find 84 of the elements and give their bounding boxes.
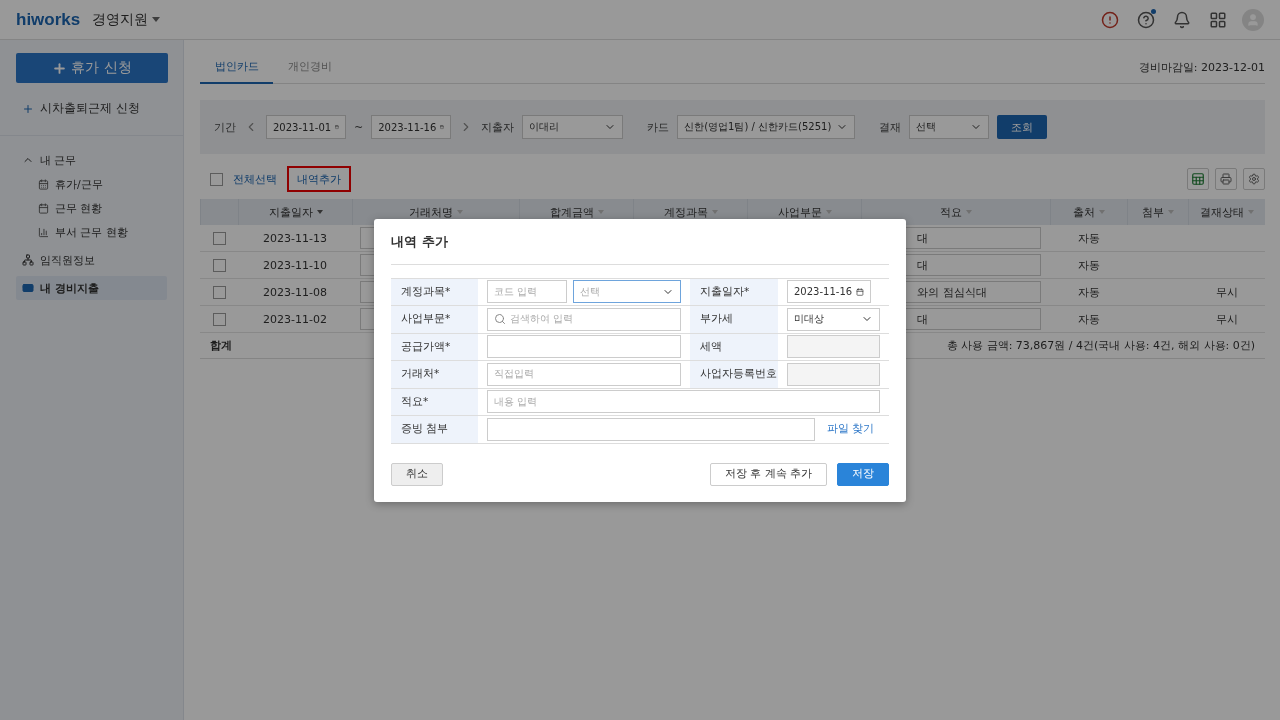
sidebar-item[interactable]: 내 경비지출 xyxy=(16,276,167,300)
plus-icon xyxy=(22,102,34,115)
menu-item-icon xyxy=(38,226,49,238)
row-checkbox[interactable] xyxy=(212,231,226,245)
search-icon xyxy=(494,313,506,326)
search-button[interactable]: 조회 xyxy=(997,115,1048,139)
file-field[interactable] xyxy=(487,417,815,441)
field-label: 부가세 xyxy=(690,306,778,334)
column-header[interactable]: 첨부 xyxy=(1127,199,1188,225)
dialog-title: 내역 추가 xyxy=(391,232,889,265)
field-label: 적요* xyxy=(391,388,478,416)
total-label: 합계 xyxy=(210,338,232,353)
field-label: 사업자등록번호 xyxy=(690,361,778,389)
table-cell: 무시 xyxy=(1188,306,1265,333)
table-cell: 2023-11-02 xyxy=(238,306,352,333)
cancel-button[interactable]: 취소 xyxy=(391,462,443,486)
field-label: 공급가액* xyxy=(391,333,478,361)
table-cell: 자동 xyxy=(1050,225,1127,252)
calendar-icon xyxy=(856,285,864,298)
save-and-continue-button[interactable]: 저장 후 계속 추가 xyxy=(710,462,827,486)
period-label: 기간 xyxy=(214,119,236,135)
table-cell: 2023-11-13 xyxy=(238,225,352,252)
column-header[interactable]: 지출일자 xyxy=(238,199,352,225)
field-label: 지출일자* xyxy=(690,278,778,306)
deadline-text: 경비마감일: 2023-12-01 xyxy=(1138,60,1265,76)
field-label: 세액 xyxy=(690,333,778,361)
card-label: 카드 xyxy=(647,119,670,135)
column-header[interactable]: 결재상태 xyxy=(1188,199,1265,225)
select-all-checkbox[interactable] xyxy=(210,172,223,186)
settings-button[interactable] xyxy=(1243,168,1265,190)
field-label: 증빙 첨부 xyxy=(391,416,478,444)
tab[interactable]: 법인카드 xyxy=(200,59,273,84)
table-cell: 2023-11-08 xyxy=(238,279,352,306)
find-file-link[interactable]: 파일 찾기 xyxy=(820,422,880,437)
date-field[interactable]: 2023-11-01 xyxy=(266,115,346,139)
sidebar-item[interactable]: 임직원정보 xyxy=(16,248,167,272)
field-label: 사업부문* xyxy=(391,306,478,334)
workspace-menu[interactable]: 경영지원 xyxy=(92,10,161,29)
table-cell: 2023-11-10 xyxy=(238,252,352,279)
total-summary: 총 사용 금액: 73,867원 / 4건(국내 사용: 4건, 해외 사용: 0건) xyxy=(946,338,1255,353)
approval-label: 결재 xyxy=(879,119,902,135)
org-chart-icon xyxy=(22,254,34,266)
logo[interactable]: hiworks xyxy=(16,9,81,30)
approval-select[interactable]: 선택 xyxy=(909,115,990,139)
sidebar-item[interactable]: 부서 근무 현황 xyxy=(16,220,167,244)
row-checkbox[interactable] xyxy=(212,312,226,326)
range-separator: ~ xyxy=(354,120,364,134)
date-field[interactable]: 2023-11-16 xyxy=(787,280,871,304)
plus-icon xyxy=(52,60,68,76)
table-cell: 자동 xyxy=(1050,252,1127,279)
tab[interactable]: 개인경비 xyxy=(273,59,346,84)
field-label: 거래처* xyxy=(391,361,478,389)
leave-request-button[interactable]: 휴가 신청 xyxy=(16,53,168,83)
table-cell: 무시 xyxy=(1188,279,1265,306)
sidebar-item[interactable]: 내 근무 xyxy=(16,148,167,172)
row-checkbox[interactable] xyxy=(212,258,226,272)
sidebar-link[interactable]: 시차출퇴근제 신청 xyxy=(22,100,167,117)
spender-label: 지출자 xyxy=(481,119,515,135)
printer-icon xyxy=(1220,173,1232,185)
card-select[interactable]: 신한(영업1팀) / 신한카드(5251) xyxy=(677,115,856,139)
sidebar-item[interactable]: 근무 현황 xyxy=(16,196,167,220)
menu-item-icon xyxy=(38,178,49,190)
vat-select[interactable]: 미대상 xyxy=(787,307,880,331)
settings-icon xyxy=(1248,173,1260,185)
input-field[interactable] xyxy=(487,335,681,359)
table-cell: 자동 xyxy=(1050,279,1127,306)
row-checkbox[interactable] xyxy=(212,285,226,299)
spender-select[interactable]: 이대리 xyxy=(522,115,624,139)
date-field[interactable]: 2023-11-16 xyxy=(371,115,452,139)
column-header[interactable]: 적요 xyxy=(861,199,1050,225)
print-button[interactable] xyxy=(1215,168,1237,190)
table-cell: 자동 xyxy=(1050,306,1127,333)
save-button[interactable]: 저장 xyxy=(837,462,889,486)
menu-item-icon xyxy=(38,202,49,214)
caret-icon xyxy=(152,17,161,22)
add-entry-button[interactable]: 내역추가 xyxy=(287,166,351,192)
field-label: 계정과목* xyxy=(391,278,478,306)
column-header[interactable]: 출처 xyxy=(1050,199,1127,225)
card-icon xyxy=(22,282,34,294)
excel-button[interactable] xyxy=(1187,168,1209,190)
sidebar-item[interactable]: 휴가/근무 xyxy=(16,172,167,196)
header-cell xyxy=(200,199,238,225)
select-all-label[interactable]: 전체선택 xyxy=(233,171,277,187)
spreadsheet-icon xyxy=(1191,172,1205,186)
